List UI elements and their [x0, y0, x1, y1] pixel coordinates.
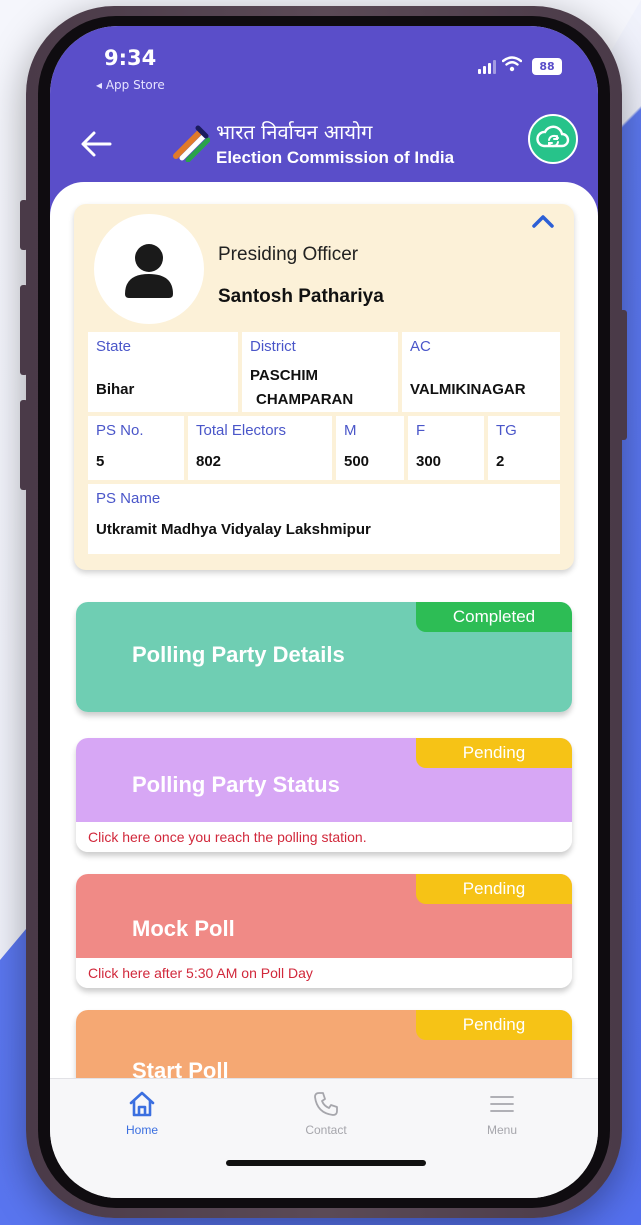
status-bar: 9:34 ◂ App Store 88: [50, 26, 598, 96]
tab-menu-label: Menu: [486, 1123, 518, 1137]
ac-label: AC: [410, 338, 431, 355]
total-electors-label: Total Electors: [196, 422, 287, 439]
district-value-line2: CHAMPARAN: [256, 391, 354, 408]
user-icon: [125, 244, 173, 298]
tab-menu[interactable]: Menu: [462, 1089, 542, 1149]
header-title-english: Election Commission of India: [216, 148, 455, 167]
menu-icon: [490, 1096, 514, 1112]
eci-logo-icon: [173, 125, 210, 162]
f-value: 300: [416, 453, 442, 470]
phone-screen: 9:34 ◂ App Store 88 भारत निर्वाचन आयोग E…: [50, 26, 598, 1198]
task-card-start-poll[interactable]: Start Poll Pending: [76, 1010, 572, 1082]
ps-name-cell: PS Name Utkramit Madhya Vidyalay Lakshmi…: [88, 484, 560, 554]
state-cell: State Bihar: [88, 332, 238, 412]
task-card-polling-party-details[interactable]: Polling Party Details Completed: [76, 602, 572, 712]
tab-home-label: Home: [125, 1123, 158, 1137]
ps-name-value: Utkramit Madhya Vidyalay Lakshmipur: [96, 521, 371, 538]
back-arrow-icon[interactable]: [76, 124, 116, 164]
side-button: [20, 200, 28, 250]
district-value-line1: PASCHIM: [250, 367, 319, 384]
task-title: Mock Poll: [132, 916, 235, 941]
f-cell: F 300: [408, 416, 484, 480]
task-card-polling-party-status[interactable]: Polling Party Status Pending Click here …: [76, 738, 572, 852]
back-to-app-store[interactable]: ◂ App Store: [96, 78, 165, 92]
officer-role: Presiding Officer: [218, 244, 359, 265]
status-time: 9:34: [104, 46, 157, 70]
ac-cell: AC VALMIKINAGAR: [402, 332, 560, 412]
tab-contact-label: Contact: [305, 1123, 347, 1137]
m-label: M: [344, 422, 357, 439]
state-label: State: [96, 338, 132, 355]
tg-cell: TG 2: [488, 416, 560, 480]
ps-no-value: 5: [96, 453, 105, 470]
tg-label: TG: [496, 422, 517, 439]
m-cell: M 500: [336, 416, 404, 480]
task-note: Click here once you reach the polling st…: [76, 822, 572, 852]
task-card-mock-poll[interactable]: Mock Poll Pending Click here after 5:30 …: [76, 874, 572, 988]
wifi-icon: [502, 56, 522, 72]
avatar: [94, 214, 204, 324]
district-cell: District PASCHIM CHAMPARAN: [242, 332, 398, 412]
signal-icon: [478, 60, 496, 74]
battery-icon: 88: [532, 58, 562, 75]
ps-no-cell: PS No. 5: [88, 416, 184, 480]
officer-name: Santosh Pathariya: [218, 286, 384, 307]
total-electors-value: 802: [196, 453, 222, 470]
status-badge: Completed: [416, 602, 572, 632]
cloud-sync-button[interactable]: [528, 114, 578, 164]
home-icon: [129, 1091, 155, 1117]
district-label: District: [250, 338, 296, 355]
side-button: [619, 310, 627, 440]
side-button: [20, 285, 28, 375]
tab-contact[interactable]: Contact: [286, 1089, 366, 1149]
tab-home[interactable]: Home: [102, 1089, 182, 1149]
tg-value: 2: [496, 453, 505, 470]
officer-info-card: Presiding Officer Santosh Pathariya Stat…: [74, 204, 574, 570]
header-title-hindi: भारत निर्वाचन आयोग: [216, 120, 373, 144]
task-title: Polling Party Status: [132, 772, 340, 797]
total-electors-cell: Total Electors 802: [188, 416, 332, 480]
task-note: Click here after 5:30 AM on Poll Day: [76, 958, 572, 988]
side-button: [20, 400, 28, 490]
task-title: Polling Party Details: [132, 642, 345, 667]
cloud-sync-icon: [536, 125, 570, 148]
home-indicator[interactable]: [226, 1160, 426, 1166]
collapse-chevron-icon[interactable]: [528, 210, 558, 234]
bottom-tab-bar: Home Contact Menu: [50, 1078, 598, 1198]
status-badge: Pending: [416, 1010, 572, 1040]
ac-value: VALMIKINAGAR: [410, 381, 526, 398]
ps-no-label: PS No.: [96, 422, 144, 439]
state-value: Bihar: [96, 381, 135, 398]
f-label: F: [416, 422, 426, 439]
status-badge: Pending: [416, 874, 572, 904]
ps-name-label: PS Name: [96, 490, 161, 507]
main-content: Presiding Officer Santosh Pathariya Stat…: [50, 182, 598, 1082]
m-value: 500: [344, 453, 370, 470]
phone-icon: [314, 1092, 338, 1116]
status-badge: Pending: [416, 738, 572, 768]
